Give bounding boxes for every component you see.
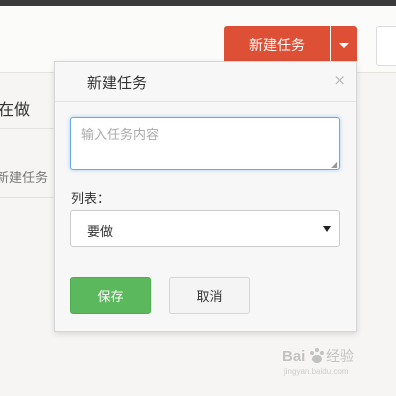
divider [0, 197, 60, 198]
divider [0, 128, 60, 129]
chevron-down-icon [323, 226, 331, 232]
new-task-popover: 新建任务 × ◢ 列表： 要做 保存 取消 [54, 61, 357, 332]
save-button[interactable]: 保存 [70, 277, 151, 314]
popover-title: 新建任务 [87, 74, 148, 92]
header-secondary-button[interactable] [376, 26, 396, 66]
svg-text:Bai: Bai [282, 348, 305, 365]
list-select[interactable]: 要做 [70, 210, 340, 247]
list-heading-doing: 在做 [0, 100, 31, 119]
task-content-input[interactable] [70, 117, 340, 170]
add-task-link[interactable]: 新建任务 [0, 167, 48, 186]
svg-text:经验: 经验 [326, 348, 354, 364]
baidu-jingyan-watermark-logo: Bai 经验 jingyan.baidu.com [282, 348, 354, 376]
popover-divider [55, 101, 356, 102]
new-task-dropdown-toggle[interactable] [331, 26, 357, 64]
list-select-value: 要做 [87, 225, 114, 240]
new-task-button[interactable]: 新建任务 [224, 26, 330, 64]
svg-text:jingyan.baidu.com: jingyan.baidu.com [283, 367, 349, 376]
cancel-button[interactable]: 取消 [169, 277, 250, 314]
list-field-label: 列表： [71, 192, 111, 207]
resize-handle-icon[interactable]: ◢ [331, 161, 337, 169]
close-icon[interactable]: × [333, 73, 346, 88]
